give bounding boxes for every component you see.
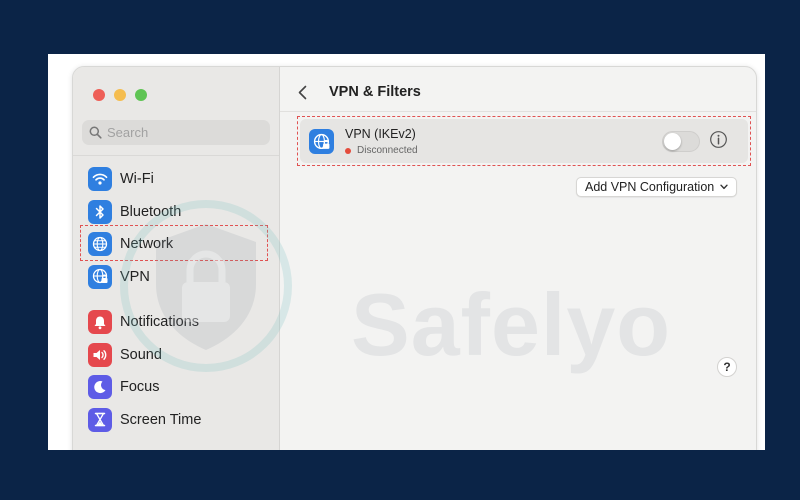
page-title: VPN & Filters <box>329 84 421 100</box>
minimize-window-button[interactable] <box>114 89 126 101</box>
sidebar-item-focus[interactable]: Focus <box>81 371 271 404</box>
sidebar-item-label: Sound <box>120 346 162 363</box>
sidebar-item-label: Network <box>120 236 174 253</box>
zoom-window-button[interactable] <box>135 89 147 101</box>
sidebar-item-network[interactable]: Network <box>80 225 271 261</box>
sidebar-item-vpn[interactable]: VPN <box>81 261 271 294</box>
toggle-knob <box>664 133 681 150</box>
sidebar-item-notifications[interactable]: Notifications <box>81 306 271 339</box>
search-icon <box>89 126 102 139</box>
sidebar-item-screen-time[interactable]: Screen Time <box>81 404 271 437</box>
screenshot-frame: Wi-Fi Bluetooth <box>48 54 765 450</box>
sidebar-item-label: Wi-Fi <box>120 171 154 188</box>
chevron-down-icon <box>720 184 728 190</box>
settings-window: Wi-Fi Bluetooth <box>72 66 757 450</box>
sidebar: Wi-Fi Bluetooth <box>73 67 280 450</box>
close-window-button[interactable] <box>93 89 105 101</box>
chevron-left-icon <box>298 85 307 99</box>
add-vpn-configuration-button[interactable]: Add VPN Configuration <box>576 177 738 197</box>
sidebar-item-label: Screen Time <box>120 411 202 428</box>
globe-lock-icon <box>309 129 334 154</box>
vpn-status: Disconnected <box>345 145 418 156</box>
sidebar-item-label: Focus <box>120 379 160 396</box>
globe-icon <box>88 232 112 257</box>
vpn-config-row[interactable]: VPN (IKEv2) Disconnected <box>297 116 751 166</box>
header-divider <box>280 111 756 112</box>
vpn-status-text: Disconnected <box>357 145 418 156</box>
bluetooth-icon <box>88 199 112 224</box>
info-button[interactable] <box>709 130 728 149</box>
moon-icon <box>88 375 112 400</box>
sidebar-divider <box>73 155 279 156</box>
globe-lock-icon <box>88 264 112 289</box>
status-dot <box>345 147 351 154</box>
sidebar-item-label: Notifications <box>120 314 199 331</box>
speaker-icon <box>88 342 112 367</box>
vpn-name: VPN (IKEv2) <box>345 127 416 141</box>
search-input[interactable] <box>107 125 257 140</box>
sidebar-nav: Wi-Fi Bluetooth Network VPN Notification… <box>80 163 271 437</box>
main-header: VPN & Filters <box>298 82 421 102</box>
main-pane: VPN & Filters VPN (IKEv2) Disconnected A… <box>280 67 756 450</box>
window-controls <box>93 89 147 101</box>
info-icon <box>710 131 727 148</box>
bell-icon <box>88 310 112 335</box>
sidebar-item-sound[interactable]: Sound <box>81 339 271 372</box>
hourglass-icon <box>88 407 112 432</box>
wifi-icon <box>88 167 112 192</box>
sidebar-item-wifi[interactable]: Wi-Fi <box>81 163 271 196</box>
sidebar-item-label: Bluetooth <box>120 203 182 220</box>
add-vpn-configuration-label: Add VPN Configuration <box>585 180 715 194</box>
sidebar-item-label: VPN <box>120 268 150 285</box>
search-box[interactable] <box>82 120 270 145</box>
sidebar-item-bluetooth[interactable]: Bluetooth <box>81 196 271 229</box>
help-button[interactable]: ? <box>717 357 737 377</box>
vpn-toggle[interactable] <box>662 131 700 152</box>
back-button[interactable] <box>298 82 314 102</box>
